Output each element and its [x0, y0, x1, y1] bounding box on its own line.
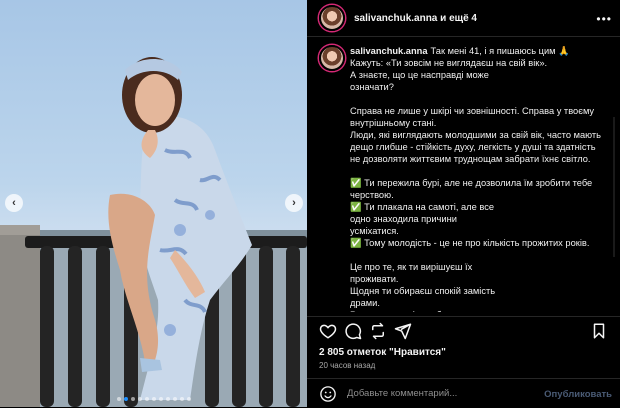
caption-first-line: Так мені 41, і я пишаюсь цим 🙏: [430, 46, 570, 56]
carousel-dot: [179, 397, 184, 401]
carousel-indicator: [0, 397, 307, 401]
caption-author[interactable]: salivanchuk.anna: [350, 46, 428, 56]
caption-avatar[interactable]: [319, 45, 345, 71]
caption-area: salivanchuk.anna Так мені 41, і я пишаюсь…: [307, 37, 620, 312]
post-sidebar: salivanchuk.anna и ещё 4 ••• salivanchuk…: [307, 0, 620, 407]
carousel-dot: [172, 397, 177, 401]
avatar[interactable]: [319, 5, 345, 31]
carousel-dot: [165, 397, 170, 401]
caption-scrollbar[interactable]: [613, 117, 615, 257]
likes-count[interactable]: 2 805 отметок "Нравится": [319, 347, 446, 358]
carousel-dot: [151, 397, 156, 401]
chevron-left-icon: ‹: [12, 197, 16, 209]
post-timestamp[interactable]: 20 часов назад: [319, 361, 375, 370]
post-caption: salivanchuk.anna Так мені 41, і я пишаюсь…: [350, 45, 602, 312]
comment-input[interactable]: [345, 387, 549, 400]
chevron-right-icon: ›: [292, 197, 296, 209]
instagram-post: ‹ › salivanchuk.anna и ещё 4 ••• salivan…: [0, 0, 620, 407]
comment-bar: Опубликовать: [307, 378, 620, 408]
carousel-dot: [144, 397, 149, 401]
repost-icon[interactable]: [369, 322, 387, 340]
post-photo[interactable]: ‹ ›: [0, 0, 307, 407]
carousel-dot: [116, 397, 121, 401]
share-icon[interactable]: [394, 322, 412, 340]
carousel-next-button[interactable]: ›: [285, 194, 303, 212]
carousel-dot: [123, 397, 128, 401]
comment-icon[interactable]: [344, 322, 362, 340]
carousel-prev-button[interactable]: ‹: [5, 194, 23, 212]
heart-icon[interactable]: [319, 322, 337, 340]
post-author-title[interactable]: salivanchuk.anna и ещё 4: [354, 13, 477, 24]
post-header: salivanchuk.anna и ещё 4 •••: [307, 0, 620, 37]
caption-body: Кажуть: «Ти зовсім не виглядаєш на свій …: [350, 58, 602, 312]
photo-illustration: [0, 57, 307, 407]
emoji-icon[interactable]: [319, 385, 337, 403]
carousel-dot: [137, 397, 142, 401]
more-horizontal-icon[interactable]: •••: [596, 12, 612, 26]
carousel-dot: [130, 397, 135, 401]
action-bar: [307, 316, 620, 345]
carousel-dot: [186, 397, 191, 401]
bookmark-icon[interactable]: [590, 322, 608, 340]
publish-button[interactable]: Опубликовать: [544, 389, 612, 400]
carousel-dot: [158, 397, 163, 401]
